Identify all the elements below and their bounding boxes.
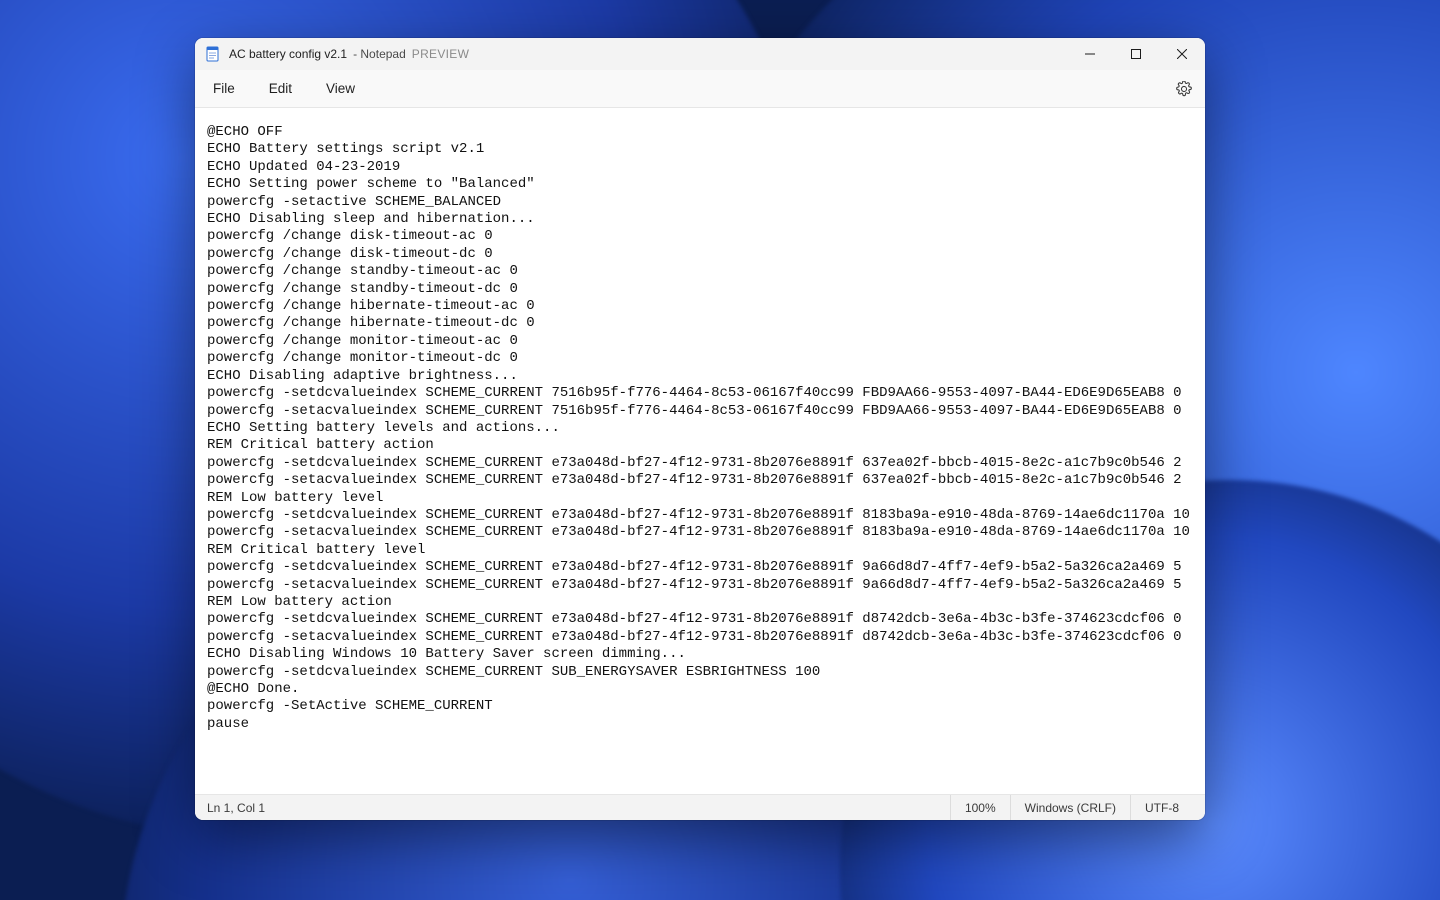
status-position: Ln 1, Col 1 — [207, 795, 279, 820]
minimize-button[interactable] — [1067, 38, 1113, 70]
notepad-window: AC battery config v2.1 - Notepad PREVIEW… — [195, 38, 1205, 820]
status-zoom[interactable]: 100% — [950, 795, 1010, 820]
status-line-endings: Windows (CRLF) — [1010, 795, 1130, 820]
maximize-icon — [1131, 49, 1141, 59]
notepad-icon — [205, 46, 221, 62]
menubar: File Edit View — [195, 70, 1205, 108]
menu-file[interactable]: File — [201, 75, 247, 102]
app-name: - Notepad — [353, 47, 406, 61]
titlebar[interactable]: AC battery config v2.1 - Notepad PREVIEW — [195, 38, 1205, 70]
minimize-icon — [1085, 49, 1095, 59]
maximize-button[interactable] — [1113, 38, 1159, 70]
close-icon — [1177, 49, 1187, 59]
close-button[interactable] — [1159, 38, 1205, 70]
preview-tag: PREVIEW — [412, 47, 469, 61]
menu-edit[interactable]: Edit — [257, 75, 304, 102]
editor-content[interactable]: @ECHO OFF ECHO Battery settings script v… — [207, 124, 1193, 733]
document-title: AC battery config v2.1 — [229, 47, 347, 61]
gear-icon — [1176, 81, 1192, 97]
text-editor[interactable]: @ECHO OFF ECHO Battery settings script v… — [195, 108, 1205, 794]
statusbar: Ln 1, Col 1 100% Windows (CRLF) UTF-8 — [195, 794, 1205, 820]
status-encoding: UTF-8 — [1130, 795, 1193, 820]
settings-button[interactable] — [1169, 74, 1199, 104]
menu-view[interactable]: View — [314, 75, 367, 102]
